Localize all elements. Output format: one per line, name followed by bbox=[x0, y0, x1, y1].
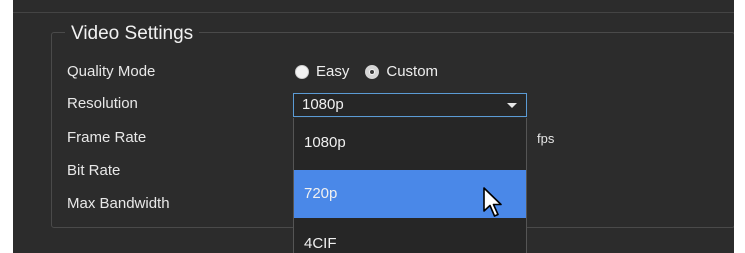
dropdown-option-1080p[interactable]: 1080p bbox=[294, 118, 526, 168]
section-title: Video Settings bbox=[65, 22, 200, 46]
resolution-select[interactable]: 1080p bbox=[293, 93, 527, 117]
resolution-label: Resolution bbox=[67, 95, 138, 112]
max-bandwidth-label: Max Bandwidth bbox=[67, 195, 170, 212]
frame-rate-unit: fps bbox=[537, 131, 555, 146]
settings-screen: Video Settings Quality Mode Resolution F… bbox=[13, 0, 734, 253]
custom-radio[interactable] bbox=[365, 65, 380, 79]
frame-rate-label: Frame Rate bbox=[67, 129, 147, 146]
dropdown-option-4cif[interactable]: 4CIF bbox=[294, 230, 526, 253]
quality-mode-label: Quality Mode bbox=[67, 63, 156, 80]
easy-radio[interactable] bbox=[295, 65, 309, 79]
quality-mode-radio-group: Easy Custom bbox=[295, 63, 454, 81]
chevron-down-icon[interactable] bbox=[507, 103, 517, 108]
mouse-cursor-icon bbox=[483, 187, 502, 217]
custom-radio-label[interactable]: Custom bbox=[386, 63, 438, 81]
bit-rate-label: Bit Rate bbox=[67, 162, 121, 179]
top-divider bbox=[13, 12, 734, 13]
resolution-select-value: 1080p bbox=[302, 96, 344, 113]
resolution-dropdown-list: 1080p 720p 4CIF bbox=[293, 118, 527, 253]
easy-radio-label[interactable]: Easy bbox=[316, 63, 349, 81]
